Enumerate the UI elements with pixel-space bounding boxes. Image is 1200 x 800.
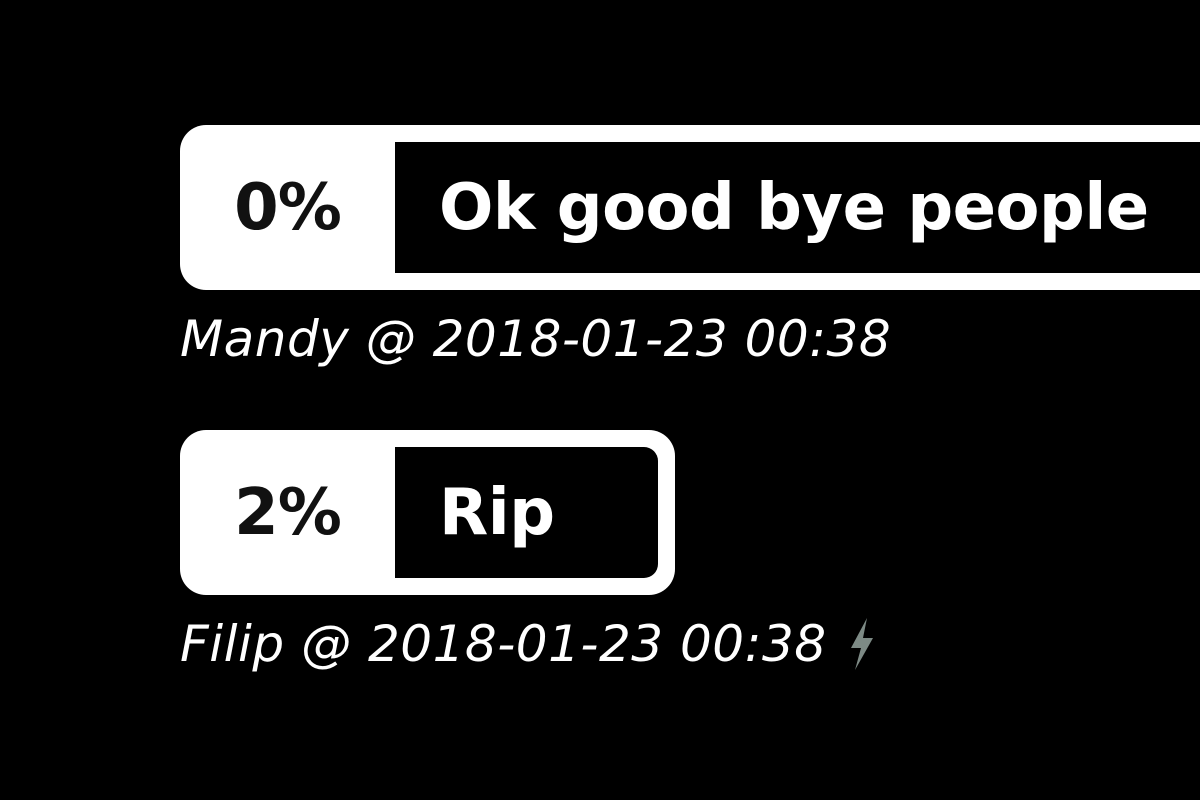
- message-meta: Mandy @ 2018-01-23 00:38: [180, 310, 1200, 368]
- message-separator: @: [365, 310, 417, 368]
- message-percent: 2%: [234, 475, 342, 550]
- message-text: Rip: [395, 447, 658, 578]
- message-bubble[interactable]: 2% Rip: [180, 430, 675, 595]
- message-percent: 0%: [234, 170, 342, 245]
- message-item: 2% Rip Filip @ 2018-01-23 00:38: [180, 430, 879, 673]
- message-timestamp: 2018-01-23 00:38: [368, 615, 827, 673]
- message-author: Mandy: [180, 310, 350, 368]
- message-author: Filip: [180, 615, 285, 673]
- lightning-bolt-icon: [850, 618, 873, 670]
- message-text: Ok good bye people: [395, 142, 1200, 273]
- message-item: 0% Ok good bye people Mandy @ 2018-01-23…: [180, 125, 1200, 368]
- message-bubble[interactable]: 0% Ok good bye people: [180, 125, 1200, 290]
- message-meta: Filip @ 2018-01-23 00:38: [180, 615, 879, 673]
- message-separator: @: [301, 615, 352, 673]
- message-timestamp: 2018-01-23 00:38: [432, 310, 892, 368]
